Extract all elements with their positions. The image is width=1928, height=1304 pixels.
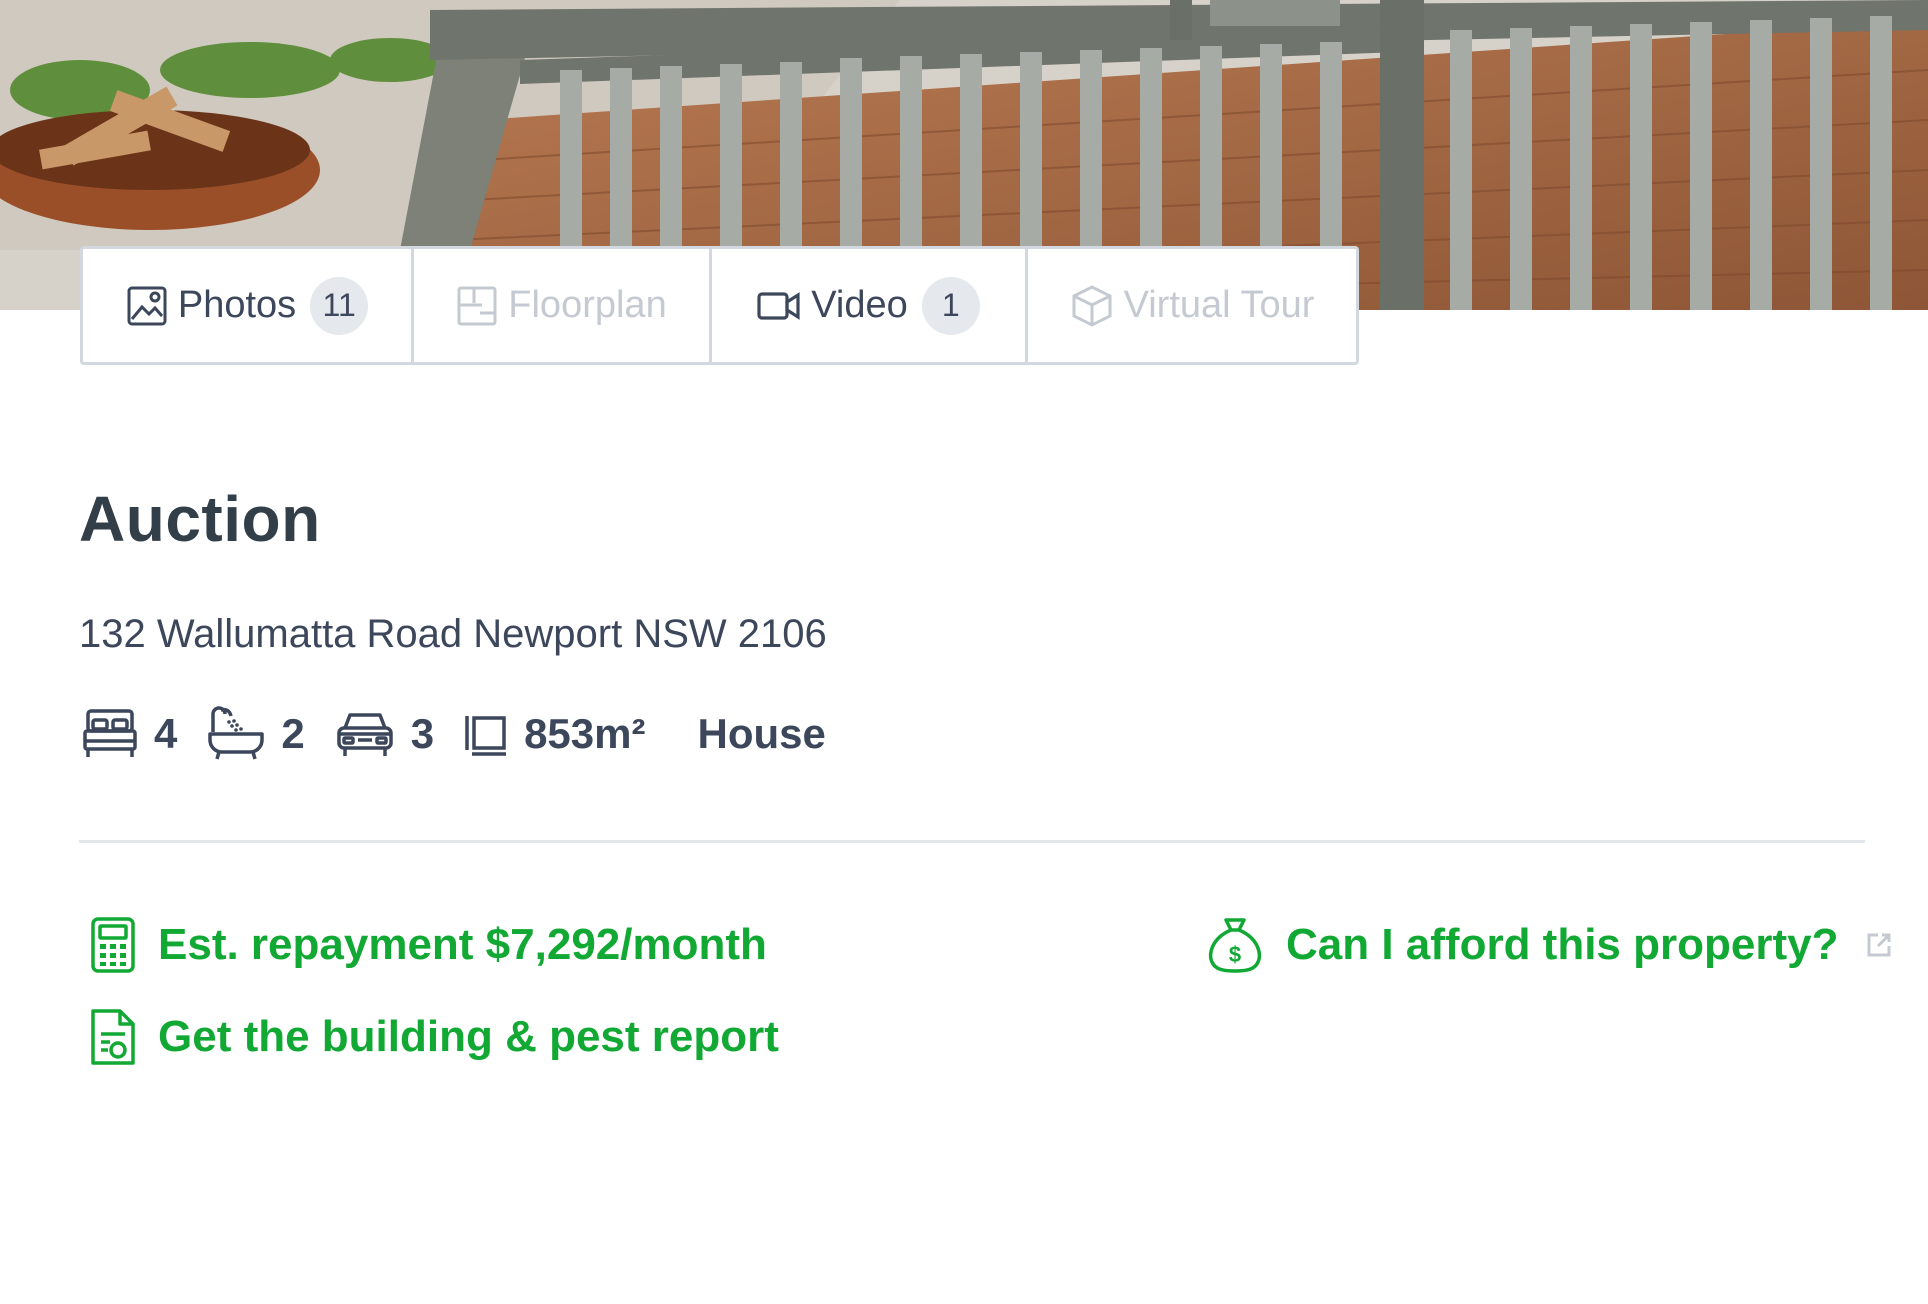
calculator-icon xyxy=(90,916,136,974)
beds-count: 4 xyxy=(154,710,178,757)
feature-beds: 4 xyxy=(82,707,177,761)
property-features: 4 2 3 853m² House xyxy=(82,702,826,766)
parking-count: 3 xyxy=(410,710,435,757)
tab-label: Photos xyxy=(177,284,297,326)
cube-icon xyxy=(1070,284,1114,328)
bed-icon xyxy=(82,707,138,761)
price-heading: Auction xyxy=(79,483,321,555)
section-divider xyxy=(79,840,1865,843)
media-tabs: Photos 11 Floorplan Video 1 Virtual Tour xyxy=(80,246,1359,365)
feature-baths: 2 xyxy=(207,706,305,762)
land-size-icon xyxy=(464,712,508,756)
property-type: House xyxy=(697,710,826,757)
car-icon xyxy=(335,708,395,760)
tab-label: Video xyxy=(811,284,908,326)
feature-parking: 3 xyxy=(335,708,434,760)
affordability-link[interactable]: $ Can I afford this property? xyxy=(1206,916,1894,974)
external-link-icon xyxy=(1864,930,1894,960)
report-text: Get the building & pest report xyxy=(158,1012,779,1061)
land-size: 853m² xyxy=(524,710,646,757)
tab-label: Floorplan xyxy=(508,284,667,326)
tab-photos[interactable]: Photos 11 xyxy=(83,249,414,362)
repayment-text: Est. repayment $7,292/month xyxy=(158,920,767,969)
photo-count-badge: 11 xyxy=(310,276,369,335)
property-address: 132 Wallumatta Road Newport NSW 2106 xyxy=(79,612,827,656)
baths-count: 2 xyxy=(281,710,305,757)
money-bag-icon: $ xyxy=(1206,916,1264,974)
repayment-calculator-link[interactable]: Est. repayment $7,292/month xyxy=(90,916,767,974)
video-camera-icon xyxy=(757,290,801,322)
afford-text: Can I afford this property? xyxy=(1286,920,1839,969)
feature-land-size: 853m² xyxy=(464,710,645,758)
bath-icon xyxy=(207,706,265,762)
tab-video[interactable]: Video 1 xyxy=(712,249,1028,362)
tab-label: Virtual Tour xyxy=(1123,284,1315,326)
tab-virtual-tour: Virtual Tour xyxy=(1028,249,1356,362)
floorplan-icon xyxy=(456,285,498,327)
report-document-icon xyxy=(90,1008,136,1066)
photo-icon xyxy=(126,285,168,327)
tab-floorplan: Floorplan xyxy=(414,249,712,362)
building-pest-report-link[interactable]: Get the building & pest report xyxy=(90,1008,779,1066)
video-count-badge: 1 xyxy=(921,276,980,335)
svg-text:$: $ xyxy=(1229,942,1241,967)
